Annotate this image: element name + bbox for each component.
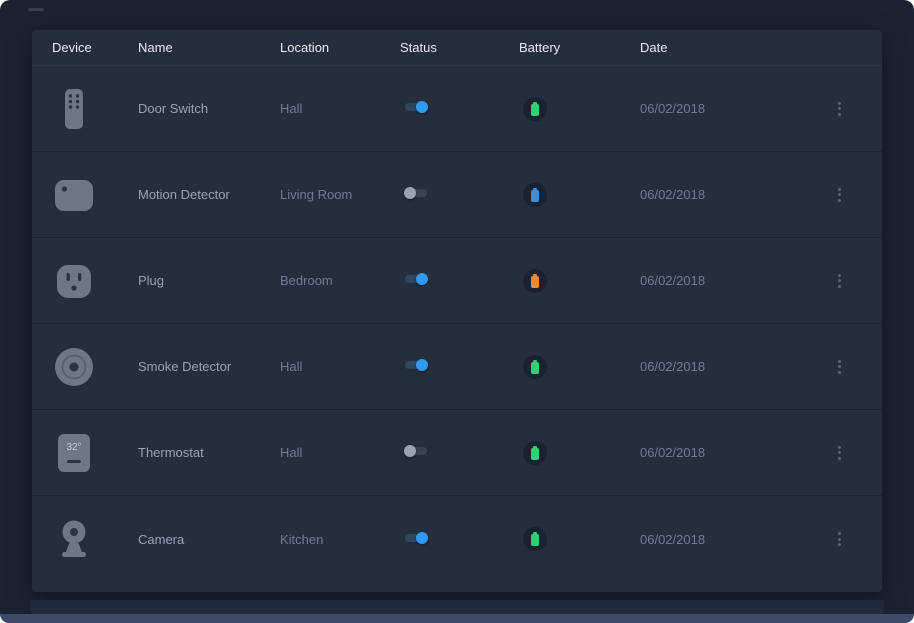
device-location: Living Room [280, 187, 400, 202]
camera-icon [52, 517, 96, 561]
column-header-date: Date [640, 40, 822, 55]
table-row: 32° Thermostat Hall 06/02/2018 [32, 410, 882, 496]
table-row: Plug Bedroom 06/02/2018 [32, 238, 882, 324]
device-icon-cell [52, 87, 138, 131]
table-row: Motion Detector Living Room 06/02/2018 [32, 152, 882, 238]
device-icon-cell [52, 345, 138, 389]
battery-indicator [523, 355, 547, 379]
battery-indicator [523, 183, 547, 207]
thermostat-icon: 32° [52, 431, 96, 475]
device-date: 06/02/2018 [640, 359, 822, 374]
device-location: Hall [280, 445, 400, 460]
device-date: 06/02/2018 [640, 101, 822, 116]
table-row: Smoke Detector Hall 06/02/2018 [32, 324, 882, 410]
device-name: Plug [138, 273, 280, 288]
device-table-card: Device Name Location Status Battery Date… [32, 30, 882, 592]
column-header-name: Name [138, 40, 280, 55]
device-location: Kitchen [280, 532, 400, 547]
kebab-menu-icon[interactable] [834, 442, 845, 464]
table-row: Door Switch Hall 06/02/2018 [32, 66, 882, 152]
device-name: Thermostat [138, 445, 280, 460]
column-header-status: Status [400, 40, 519, 55]
plug-icon [52, 259, 96, 303]
battery-indicator [523, 269, 547, 293]
status-toggle[interactable] [405, 359, 427, 371]
remote-icon [52, 87, 96, 131]
status-toggle[interactable] [405, 273, 427, 285]
table-row: Camera Kitchen 06/02/2018 [32, 496, 882, 582]
bottom-accent-bar [0, 614, 914, 623]
battery-indicator [523, 97, 547, 121]
device-date: 06/02/2018 [640, 445, 822, 460]
device-icon-cell [52, 517, 138, 561]
svg-text:32°: 32° [66, 442, 81, 453]
column-header-device: Device [52, 40, 138, 55]
kebab-menu-icon[interactable] [834, 528, 845, 550]
kebab-menu-icon[interactable] [834, 98, 845, 120]
device-icon-cell: 32° [52, 431, 138, 475]
battery-indicator [523, 441, 547, 465]
status-toggle[interactable] [405, 532, 427, 544]
device-name: Camera [138, 532, 280, 547]
device-name: Smoke Detector [138, 359, 280, 374]
kebab-menu-icon[interactable] [834, 184, 845, 206]
column-header-battery: Battery [519, 40, 640, 55]
motion-sensor-icon [52, 173, 96, 217]
device-location: Bedroom [280, 273, 400, 288]
device-location: Hall [280, 101, 400, 116]
top-accent [28, 8, 44, 11]
device-icon-cell [52, 259, 138, 303]
table-header: Device Name Location Status Battery Date [32, 30, 882, 66]
device-location: Hall [280, 359, 400, 374]
device-date: 06/02/2018 [640, 273, 822, 288]
status-toggle[interactable] [405, 101, 427, 113]
status-toggle[interactable] [405, 445, 427, 457]
device-name: Door Switch [138, 101, 280, 116]
device-date: 06/02/2018 [640, 532, 822, 547]
battery-indicator [523, 527, 547, 551]
smoke-detector-icon [52, 345, 96, 389]
kebab-menu-icon[interactable] [834, 270, 845, 292]
stacked-card-edge [30, 600, 884, 614]
status-toggle[interactable] [405, 187, 427, 199]
device-date: 06/02/2018 [640, 187, 822, 202]
device-icon-cell [52, 173, 138, 217]
device-name: Motion Detector [138, 187, 280, 202]
kebab-menu-icon[interactable] [834, 356, 845, 378]
column-header-location: Location [280, 40, 400, 55]
